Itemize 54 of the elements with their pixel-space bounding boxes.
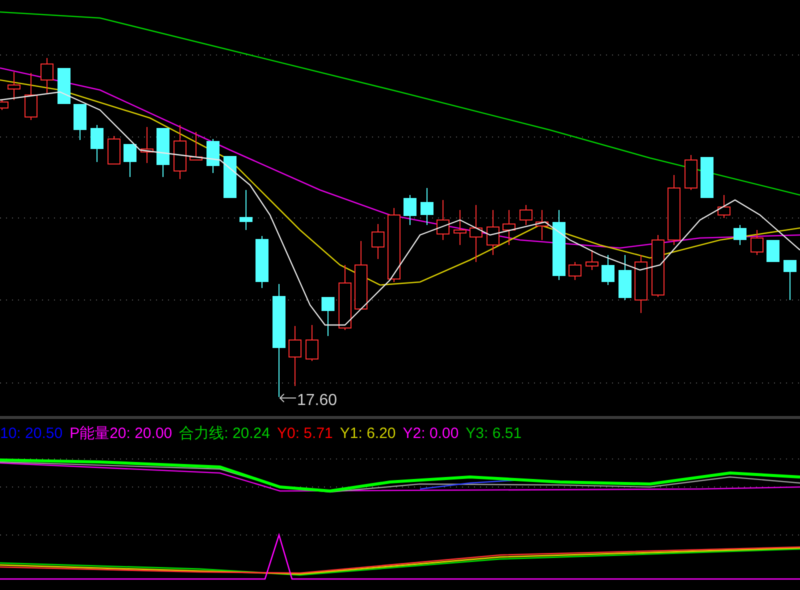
candlestick <box>454 210 466 246</box>
candlestick <box>536 210 548 240</box>
indicator-value: Y3: 6.51 <box>466 426 522 440</box>
candlestick <box>634 254 648 314</box>
candlestick <box>436 200 450 240</box>
candlestick <box>224 156 236 198</box>
indicator-value: P能量20: 20.00 <box>70 426 172 440</box>
candlestick <box>552 210 566 280</box>
candlestick <box>766 240 780 262</box>
candlestick <box>156 128 170 178</box>
candlestick <box>470 204 482 262</box>
candlestick <box>586 250 598 270</box>
candlestick <box>288 326 302 386</box>
candlestick <box>190 132 202 160</box>
indicator-value: Y1: 6.20 <box>340 426 396 440</box>
candlestick <box>568 262 582 280</box>
candlestick <box>124 144 136 178</box>
candlestick <box>684 154 698 190</box>
candlestick <box>618 254 632 300</box>
candlestick <box>602 254 614 286</box>
indicator-value: 合力线: 20.24 <box>179 426 270 440</box>
candlestick <box>206 138 220 174</box>
candlestick <box>700 156 714 198</box>
candlestick <box>734 224 746 246</box>
candlestick <box>140 126 154 164</box>
candlestick <box>306 324 318 362</box>
candlestick <box>338 264 352 330</box>
candlestick <box>652 234 664 298</box>
candlestick <box>784 260 796 300</box>
candlestick <box>354 240 368 310</box>
indicator-value: 10: 20.50 <box>0 426 63 440</box>
price-label: 17.60 <box>297 392 338 409</box>
candlestick <box>256 236 268 288</box>
candlestick <box>372 224 384 260</box>
candlestick <box>502 210 516 246</box>
indicator-value: Y0: 5.71 <box>277 426 333 440</box>
candlestick <box>420 188 434 226</box>
candlestick <box>74 104 86 140</box>
candlestick <box>718 194 730 218</box>
candlestick <box>750 230 764 256</box>
candlestick <box>404 194 416 226</box>
indicator-value: Y2: 0.00 <box>402 426 459 440</box>
candlestick <box>108 136 120 164</box>
candlestick <box>174 124 186 180</box>
candlestick <box>58 68 70 104</box>
candlestick <box>520 204 532 226</box>
candlestick <box>40 58 54 94</box>
candlestick <box>90 124 104 162</box>
pointer-arrow-icon <box>279 394 296 402</box>
candlestick <box>668 174 680 246</box>
candlestick <box>24 72 38 120</box>
candlestick <box>240 190 252 230</box>
candlestick <box>486 210 500 256</box>
candlestick <box>322 296 334 336</box>
